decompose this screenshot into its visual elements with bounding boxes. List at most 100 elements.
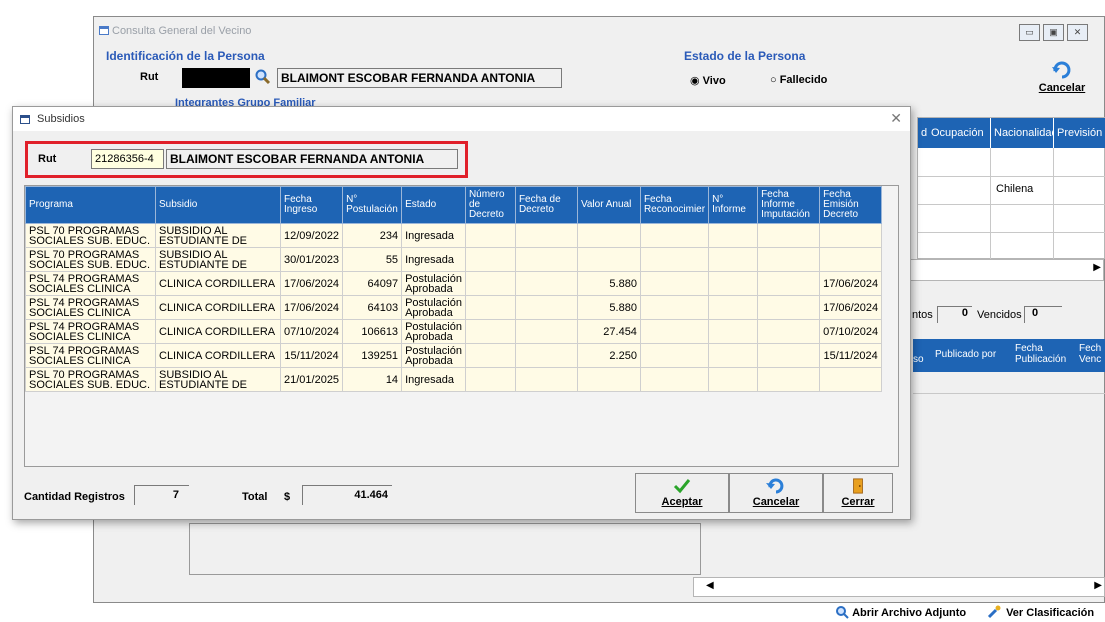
rut-label: Rut: [140, 71, 159, 83]
table-cell: [576, 367, 641, 392]
column-header[interactable]: Fecha de Decreto: [514, 186, 578, 224]
table-cell: [514, 223, 578, 248]
table-cell: [514, 367, 578, 392]
column-header[interactable]: Estado: [401, 186, 466, 224]
table-row[interactable]: PSL 70 PROGRAMAS SOCIALES SUB. EDUC. SUBS…: [25, 367, 883, 392]
table-cell: [757, 223, 821, 248]
table-cell: 64103: [342, 295, 403, 320]
bottom-scrollbar[interactable]: ◀ ▶: [693, 577, 1105, 597]
docs-grid-header: so Publicado por Fecha Publicación Fech …: [913, 339, 1105, 372]
tools-icon: [987, 605, 1001, 619]
table-cell: PSL 70 PROGRAMAS SOCIALES SUB. EDUC.: [25, 247, 156, 272]
dialog-icon: [20, 115, 30, 124]
search-icon[interactable]: [254, 68, 274, 88]
dialog-name-field: BLAIMONT ESCOBAR FERNANDA ANTONIA: [166, 149, 458, 169]
table-cell: [708, 247, 759, 272]
subsidios-table: Programa Subsidio Fecha Ingreso N° Postulac…: [24, 185, 899, 467]
app-window-icon: [99, 26, 109, 35]
table-cell: [639, 223, 710, 248]
table-cell: 17/06/2024: [819, 295, 883, 320]
table-cell: PSL 74 PROGRAMAS SOCIALES CLINICA: [25, 319, 156, 344]
table-cell: 5.880: [576, 271, 641, 296]
table-cell: CLINICA CORDILLERA: [155, 295, 281, 320]
nacionalidad-cell: Chilena: [996, 183, 1034, 195]
table-row[interactable]: PSL 74 PROGRAMAS SOCIALES CLINICA CLINICA…: [25, 319, 883, 344]
table-row[interactable]: PSL 70 PROGRAMAS SOCIALES SUB. EDUC. SUBS…: [25, 223, 883, 248]
cantidad-label: Cantidad Registros: [24, 491, 125, 503]
table-cell: SUBSIDIO AL ESTUDIANTE DE: [155, 247, 281, 272]
table-row[interactable]: PSL 70 PROGRAMAS SOCIALES SUB. EDUC. SUBS…: [25, 247, 883, 272]
aceptar-button[interactable]: Aceptar: [635, 473, 729, 513]
currency-symbol: $: [284, 491, 291, 503]
table-cell: 106613: [342, 319, 403, 344]
table-cell: [819, 367, 883, 392]
table-cell: 14: [342, 367, 403, 392]
grid-header-partial: d: [918, 118, 928, 148]
magnifier-icon: [836, 606, 849, 619]
table-cell: Postulación Aprobada: [401, 271, 466, 296]
table-cell: [639, 343, 710, 368]
total-label: Total: [242, 491, 268, 503]
table-cell: [464, 319, 516, 344]
table-cell: 5.880: [576, 295, 641, 320]
table-cell: [464, 343, 516, 368]
vigentes-label: ntos: [912, 309, 933, 321]
minimize-button[interactable]: ▭: [1019, 24, 1040, 41]
estado-vivo-radio[interactable]: ◉ Vivo: [690, 74, 726, 87]
column-header[interactable]: Número de Decreto: [464, 186, 516, 224]
maximize-button[interactable]: ▣: [1043, 24, 1064, 41]
cantidad-value: 7: [134, 485, 189, 505]
column-header[interactable]: Valor Anual: [576, 186, 641, 224]
observaciones-panel: [189, 523, 701, 575]
column-header[interactable]: Fecha Informe Imputación: [757, 186, 821, 224]
column-header[interactable]: Fecha Emisión Decreto: [819, 186, 883, 224]
column-header[interactable]: Subsidio: [155, 186, 281, 224]
table-cell: CLINICA CORDILLERA: [155, 343, 281, 368]
bg-cancel-button[interactable]: Cancelar: [1022, 61, 1102, 101]
table-cell: PSL 74 PROGRAMAS SOCIALES CLINICA: [25, 343, 156, 368]
table-cell: 17/06/2024: [279, 295, 344, 320]
table-cell: SUBSIDIO AL ESTUDIANTE DE: [155, 367, 281, 392]
table-cell: [708, 367, 759, 392]
table-cell: [708, 319, 759, 344]
table-cell: 07/10/2024: [819, 319, 883, 344]
estado-fallecido-radio[interactable]: ○ Fallecido: [770, 74, 827, 86]
grid-header-ocupacion: Ocupación: [928, 118, 990, 148]
table-cell: [708, 223, 759, 248]
abrir-adjunto-link[interactable]: Abrir Archivo Adjunto: [835, 605, 966, 621]
table-cell: 17/06/2024: [279, 271, 344, 296]
column-header[interactable]: Fecha Reconocimier: [639, 186, 710, 224]
table-cell: CLINICA CORDILLERA: [155, 319, 281, 344]
cancelar-button[interactable]: Cancelar: [729, 473, 823, 513]
table-cell: [708, 271, 759, 296]
table-row[interactable]: PSL 74 PROGRAMAS SOCIALES CLINICA CLINICA…: [25, 295, 883, 320]
column-header[interactable]: N° Informe: [708, 186, 759, 224]
table-row[interactable]: PSL 74 PROGRAMAS SOCIALES CLINICA CLINICA…: [25, 343, 883, 368]
table-cell: [464, 367, 516, 392]
table-cell: CLINICA CORDILLERA: [155, 271, 281, 296]
close-window-button[interactable]: ✕: [1067, 24, 1088, 41]
table-cell: Ingresada: [401, 223, 466, 248]
table-cell: 12/09/2022: [279, 223, 344, 248]
column-header[interactable]: N° Postulación: [342, 186, 403, 224]
table-cell: [819, 247, 883, 272]
undo-icon: [1052, 61, 1071, 79]
column-header[interactable]: Programa: [25, 186, 156, 224]
table-cell: SUBSIDIO AL ESTUDIANTE DE: [155, 223, 281, 248]
table-cell: 21/01/2025: [279, 367, 344, 392]
family-grid: d Ocupación Nacionalidad Previsión Chile…: [917, 117, 1105, 260]
cerrar-button[interactable]: Cerrar: [823, 473, 893, 513]
table-cell: [464, 247, 516, 272]
table-cell: [514, 343, 578, 368]
table-cell: [514, 247, 578, 272]
table-cell: [757, 319, 821, 344]
rut-redacted-input[interactable]: [182, 68, 250, 88]
vencidos-value: 0: [1024, 306, 1062, 323]
table-row[interactable]: PSL 74 PROGRAMAS SOCIALES CLINICA CLINICA…: [25, 271, 883, 296]
column-header[interactable]: Fecha Ingreso: [279, 186, 344, 224]
table-cell: [514, 271, 578, 296]
dialog-close-icon[interactable]: ✕: [890, 110, 902, 127]
dialog-rut-field[interactable]: 21286356-4: [91, 149, 164, 169]
table-cell: Ingresada: [401, 247, 466, 272]
ver-clasificacion-link[interactable]: Ver Clasificación: [987, 605, 1094, 621]
